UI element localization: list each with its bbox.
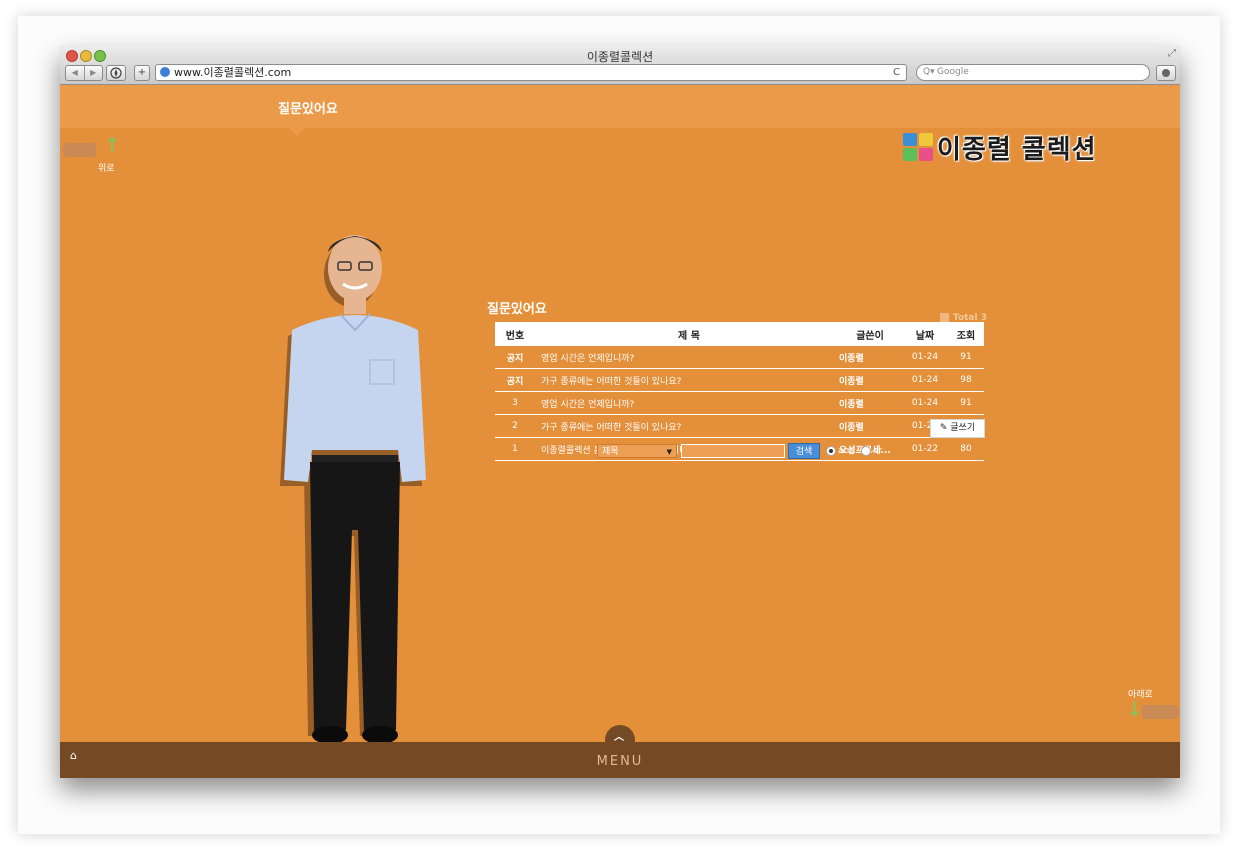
row-no: 1 [495,437,535,461]
forward-button[interactable]: ▶ [85,66,103,80]
dropdown-arrow-icon: ▼ [666,448,672,456]
owner-photo [280,235,426,744]
table-row[interactable]: 2 가구 종류에는 어떠한 것들이 있나요? 이종렬 01-24 98 [495,414,984,438]
radio-or-label: or [872,446,883,456]
arrow-down-icon: ↓ [1126,697,1143,721]
table-row[interactable]: 3 영업 시간은 언제입니까? 이종렬 01-24 91 [495,391,984,415]
row-no: 공지 [495,346,535,369]
header-date: 날짜 [902,322,948,346]
row-views: 80 [948,437,984,461]
address-bar[interactable]: www.이종렬콜렉션.com C [155,64,907,81]
pencil-icon: ✎ [939,423,951,433]
row-title-link[interactable]: 영업 시간은 언제입니까? [535,346,838,369]
add-bookmark-button[interactable]: + [134,65,150,81]
row-title-link[interactable]: 영업 시간은 언제입니까? [535,391,838,415]
list-icon [940,313,949,322]
url-text: www.이종렬콜렉션.com [174,66,292,79]
browser-window: 이종렬콜렉션 ⤢ ◀ ▶ + www.이종렬콜렉션.com C Q▾ Googl… [60,46,1180,778]
sharing-button[interactable] [106,65,126,81]
row-author: 이종렬 [838,346,902,369]
compass-icon [110,67,122,79]
radio-or[interactable] [860,446,871,456]
arrow-up-icon: ↑ [104,133,121,157]
row-views: 98 [948,368,984,392]
row-date: 01-24 [902,368,948,392]
logo-mark-square [919,133,933,146]
chevron-up-icon: ︿ [614,732,624,743]
logo-text: 이종렬 콜렉션 [937,134,1097,165]
row-author: 이종렬 [838,391,902,415]
back-button[interactable]: ◀ [66,66,85,80]
row-title-link[interactable]: 가구 종류에는 어떠한 것들이 있나요? [535,414,838,438]
window-title: 이종렬콜렉션 [586,50,654,64]
write-post-label: 글쓰기 [950,423,976,433]
header-author: 글쓴이 [838,322,902,346]
qna-board-table: 번호 제 목 글쓴이 날짜 조회 공지 영업 시간은 언제입니까? 이종렬 01… [495,322,984,461]
browser-search-field[interactable]: Q▾ Google [916,64,1150,81]
logo-mark-icon [903,133,933,161]
scroll-up-hint[interactable]: ↑ 위로 [62,133,122,177]
radio-and-label: and [838,446,855,456]
pointing-hand-icon [1142,705,1180,719]
row-views: 91 [948,391,984,415]
row-date: 01-24 [902,391,948,415]
row-no: 2 [495,414,535,438]
top-navigation: 질문있어요 [60,85,1180,136]
globe-icon [160,67,170,77]
row-date: 01-24 [902,346,948,369]
bottom-menu-bar: ⌂ MENU [60,742,1180,778]
menu-label[interactable]: MENU [60,754,1180,769]
board-search-form: 제목 ▼ 검색 and or [597,443,888,459]
pointing-hand-icon [62,143,96,157]
reload-icon[interactable]: C [893,65,900,80]
nav-tab-qna[interactable]: 질문있어요 [278,98,338,117]
back-forward-buttons: ◀ ▶ [65,65,103,81]
search-field-value: 제목 [602,447,619,457]
downloads-button[interactable] [1156,65,1176,81]
scroll-down-hint[interactable]: 아래로 ↓ [1120,685,1180,735]
row-author: 이종렬 [838,368,902,392]
row-no: 공지 [495,368,535,392]
row-author: 이종렬 [838,414,902,438]
search-button[interactable]: 검색 [788,443,820,459]
row-no: 3 [495,391,535,415]
logo-mark-square [903,148,917,161]
nav-active-caret [289,128,305,136]
row-views: 91 [948,346,984,369]
row-date: 01-22 [902,437,948,461]
header-title: 제 목 [535,322,838,346]
table-header-row: 번호 제 목 글쓴이 날짜 조회 [495,322,984,346]
logo-mark-square [903,133,917,146]
page-content: 질문있어요 ↑ 위로 이종렬 콜렉션 질문있어요 Total 3 번호 제 목 … [60,85,1180,778]
header-views: 조회 [948,322,984,346]
write-post-button[interactable]: ✎ 글쓰기 [930,419,985,438]
search-icon: Q▾ [923,67,935,77]
site-logo[interactable]: 이종렬 콜렉션 [903,132,1097,165]
menu-toggle-tab[interactable]: ︿ [605,725,635,743]
table-row[interactable]: 공지 영업 시간은 언제입니까? 이종렬 01-24 91 [495,346,984,369]
scroll-up-label: 위로 [98,164,115,174]
radio-and[interactable] [826,446,836,456]
search-field-select[interactable]: 제목 ▼ [597,444,677,458]
search-placeholder: Google [937,67,969,77]
browser-titlebar: 이종렬콜렉션 ⤢ ◀ ▶ + www.이종렬콜렉션.com C Q▾ Googl… [60,46,1180,85]
download-icon [1162,69,1170,77]
header-no: 번호 [495,322,535,346]
board-title: 질문있어요 [487,302,547,317]
table-row[interactable]: 공지 가구 종류에는 어떠한 것들이 있나요? 이종렬 01-24 98 [495,368,984,392]
logo-mark-square [919,148,933,161]
row-title-link[interactable]: 가구 종류에는 어떠한 것들이 있나요? [535,368,838,392]
search-keyword-input[interactable] [681,444,785,458]
fullscreen-icon[interactable]: ⤢ [1168,48,1176,59]
